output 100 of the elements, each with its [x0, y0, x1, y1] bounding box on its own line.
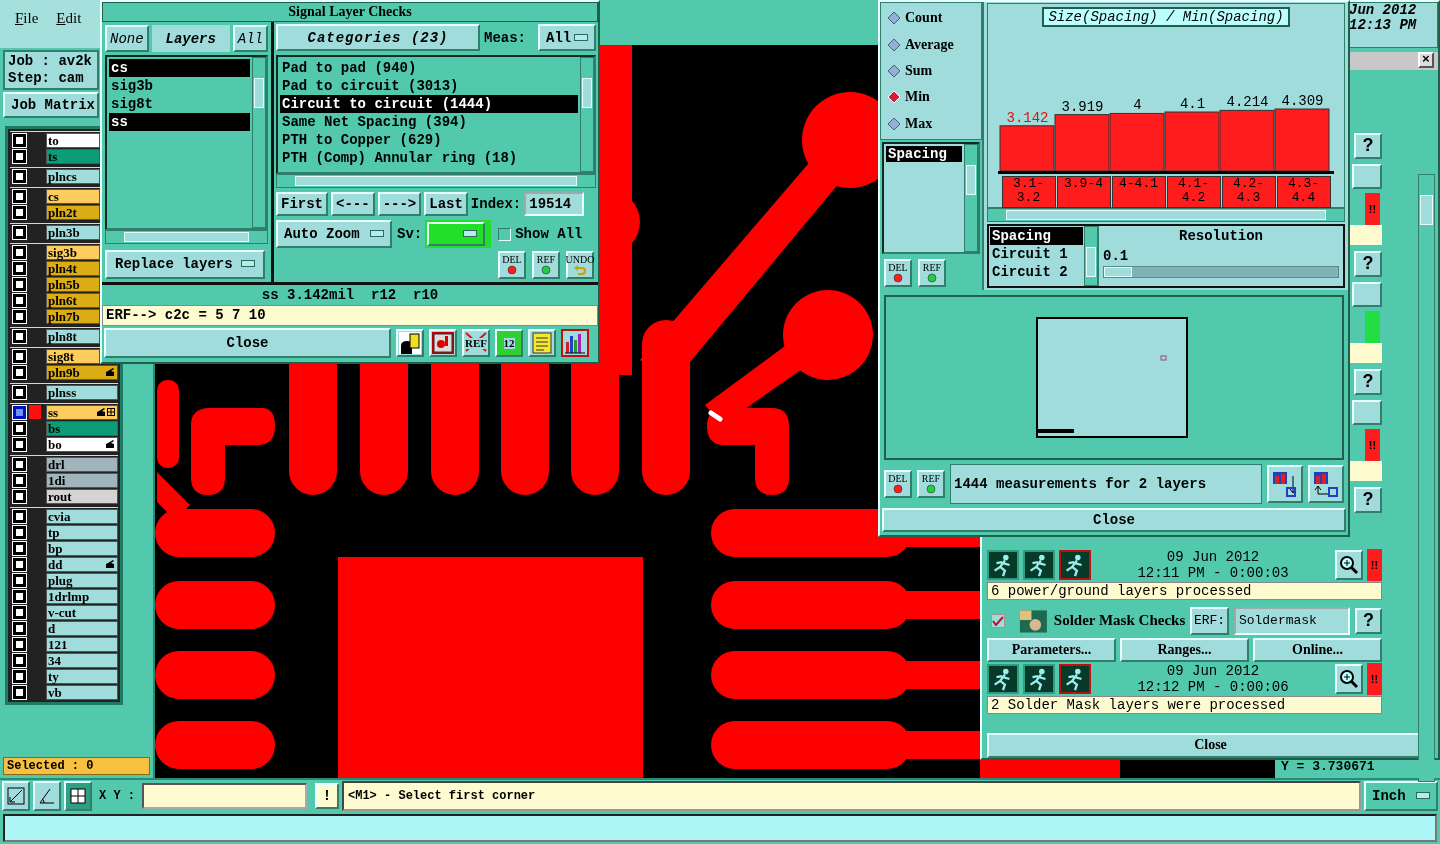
delete-button[interactable]: DEL — [884, 469, 912, 498]
radio-button[interactable] — [887, 116, 901, 131]
histogram-bar[interactable] — [999, 125, 1055, 172]
scrollbar[interactable] — [252, 57, 266, 229]
layer-checkbox[interactable] — [13, 525, 26, 539]
layer-checkbox[interactable] — [13, 473, 26, 487]
histogram-bar[interactable] — [1219, 109, 1275, 172]
layer-row[interactable]: plug — [46, 572, 118, 588]
layer-checkbox[interactable] — [13, 149, 26, 163]
select-button[interactable]: All — [232, 25, 268, 53]
list-item[interactable]: cs — [109, 59, 250, 78]
layer-checkbox[interactable] — [13, 421, 26, 435]
notes-button[interactable] — [528, 329, 556, 357]
list-item[interactable]: sig3b — [109, 77, 250, 96]
fit-button[interactable] — [2, 781, 30, 811]
layer-checkbox[interactable] — [13, 277, 26, 291]
layer-row[interactable]: 121 — [46, 636, 118, 652]
navigation-button[interactable]: <--- — [331, 192, 375, 217]
list-item[interactable]: ss — [109, 113, 250, 132]
histogram-bar[interactable] — [1054, 114, 1110, 172]
layer-checkbox[interactable] — [13, 205, 26, 219]
layer-row[interactable]: vb — [46, 684, 118, 700]
layer-row[interactable]: 1drlmp — [46, 588, 118, 604]
radio-button[interactable] — [887, 63, 901, 78]
erf-field[interactable]: Soldermask — [1233, 606, 1350, 635]
layer-row[interactable]: plncs — [46, 168, 100, 184]
layer-row[interactable]: d — [46, 620, 118, 636]
layer-row[interactable]: pln7b — [46, 308, 100, 324]
close-button[interactable]: Close — [882, 508, 1346, 532]
layer-checkbox[interactable] — [13, 669, 26, 683]
layer-checkbox[interactable] — [13, 489, 26, 503]
layer-checkbox[interactable] — [13, 541, 26, 555]
refresh-button[interactable]: REF — [917, 469, 945, 498]
layer-row[interactable]: pln4t — [46, 260, 100, 276]
layer-row[interactable]: ss — [46, 404, 118, 420]
layer-row[interactable]: dd — [46, 556, 118, 572]
run-button[interactable] — [1059, 549, 1091, 580]
layer-checkbox[interactable] — [13, 621, 26, 635]
list-item[interactable]: PTH (Comp) Annular ring (18) — [280, 148, 578, 167]
list-item[interactable]: sig8t — [109, 95, 250, 114]
list-item[interactable]: Spacing — [886, 146, 962, 162]
layer-checkbox[interactable] — [13, 365, 26, 379]
refresh-button[interactable]: REF — [918, 259, 946, 287]
help-button[interactable]: ? — [1354, 486, 1382, 513]
run-button[interactable] — [1059, 663, 1091, 694]
layer-checkbox[interactable] — [13, 685, 26, 699]
check-option-button[interactable]: Ranges... — [1120, 637, 1249, 662]
layer-checkbox[interactable] — [13, 225, 26, 239]
layer-row[interactable]: plnss — [46, 384, 118, 400]
layer-checkbox[interactable] — [13, 189, 26, 203]
navigation-button[interactable]: Last — [424, 192, 468, 217]
delete-button[interactable]: DEL — [884, 259, 912, 287]
layer-checkbox[interactable] — [13, 653, 26, 667]
report-button[interactable] — [396, 329, 424, 357]
help-button[interactable]: ? — [1354, 607, 1382, 634]
counter-button[interactable]: 12 — [495, 329, 523, 357]
resolution-slider[interactable] — [1103, 266, 1339, 278]
layer-row[interactable]: drl — [46, 456, 118, 472]
undo-button[interactable]: UNDO — [566, 251, 594, 280]
scrollbar[interactable] — [1084, 226, 1098, 286]
histogram-bar[interactable] — [1109, 112, 1165, 172]
list-item[interactable]: PTH to Copper (629) — [280, 130, 578, 149]
run-button[interactable] — [987, 549, 1019, 580]
measure-button[interactable] — [33, 781, 61, 811]
list-item[interactable]: Circuit to circuit (1444) — [280, 94, 578, 113]
meas-dropdown[interactable]: All — [538, 24, 596, 52]
slider-thumb[interactable] — [1104, 267, 1133, 277]
layer-row[interactable]: tp — [46, 524, 118, 540]
layer-row[interactable]: pln6t — [46, 292, 100, 308]
layer-row[interactable]: bo — [46, 436, 118, 452]
radio-button[interactable] — [887, 11, 901, 26]
check-checkbox[interactable] — [991, 613, 1005, 628]
navigation-button[interactable]: ---> — [377, 192, 422, 217]
scrollbar[interactable] — [1418, 173, 1435, 782]
run-button[interactable] — [1023, 549, 1055, 580]
replace-layers-dropdown[interactable]: Replace layers — [105, 249, 265, 279]
scrollbar[interactable] — [580, 56, 594, 173]
layer-checkbox[interactable] — [13, 589, 26, 603]
zoom-mode-dropdown[interactable]: Auto Zoom — [276, 220, 392, 249]
scrollbar[interactable] — [105, 230, 268, 244]
list-item[interactable]: Same Net Spacing (394) — [280, 112, 578, 131]
scrollbar[interactable] — [987, 208, 1345, 222]
alert-button[interactable]: ! — [315, 783, 339, 809]
layer-row[interactable]: to — [46, 132, 100, 148]
layer-row[interactable]: pln2t — [46, 204, 100, 220]
close-button[interactable]: × — [1418, 52, 1434, 69]
delete-button[interactable]: DEL — [498, 251, 526, 280]
display-swatch[interactable] — [29, 405, 41, 419]
run-button[interactable] — [987, 663, 1019, 694]
layer-row[interactable]: ty — [46, 668, 118, 684]
run-button[interactable] — [1023, 663, 1055, 694]
layer-row[interactable]: pln3b — [46, 224, 100, 240]
help-button[interactable]: ? — [1354, 132, 1382, 159]
layer-row[interactable]: cvia — [46, 508, 118, 524]
list-item[interactable]: Spacing — [990, 227, 1083, 245]
layer-checkbox[interactable] — [13, 437, 26, 451]
erase-button[interactable]: REF — [462, 329, 490, 357]
import-button[interactable] — [1308, 464, 1344, 503]
job-matrix-button[interactable]: Job Matrix — [3, 92, 99, 118]
zoom-button[interactable] — [1335, 663, 1363, 694]
